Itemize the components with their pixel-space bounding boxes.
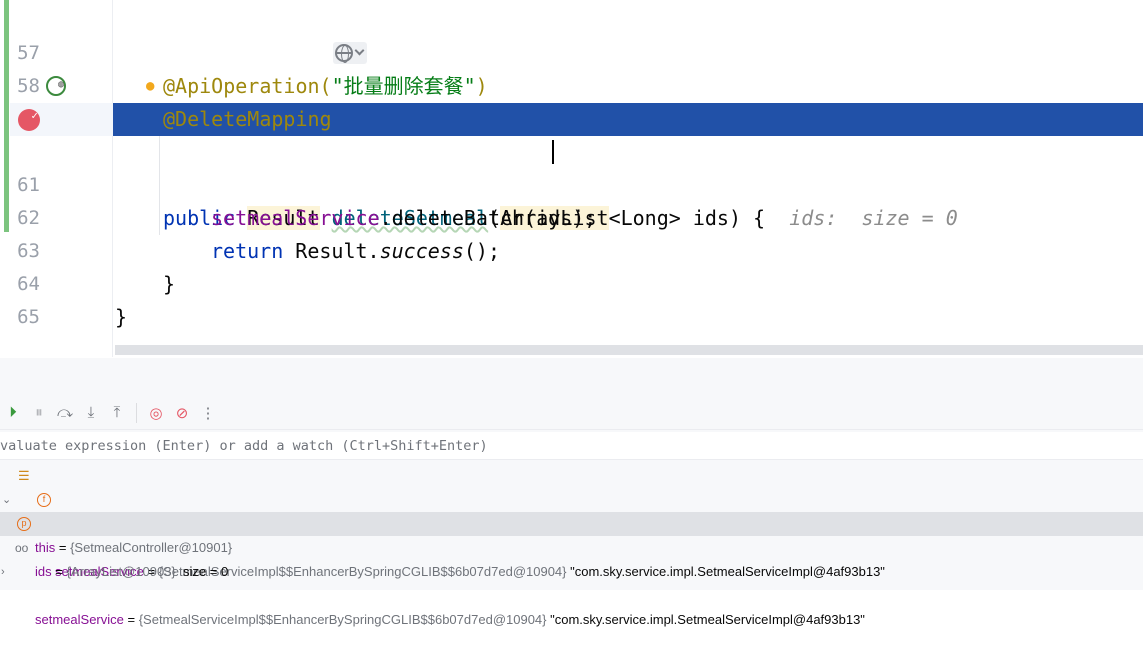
- breakpoint-icon[interactable]: ✓: [18, 109, 40, 131]
- var-name: ids: [35, 564, 52, 579]
- chevron-down-icon: [354, 45, 365, 56]
- keyword: return: [211, 239, 296, 263]
- watch-glasses-icon: oo: [15, 541, 29, 555]
- method-call: .deleteBatch(ids);: [379, 206, 597, 230]
- variable-row[interactable]: ⌄ ☰ this = {SetmealController@10901}: [0, 464, 1143, 555]
- method-call: .info(: [247, 140, 320, 164]
- equals: =: [51, 564, 67, 579]
- step-into-icon[interactable]: ⤓: [81, 403, 101, 423]
- var-value: {ArrayList@10903}: [66, 564, 176, 579]
- params: <Long> ids) {: [608, 206, 766, 230]
- field-icon: f: [37, 493, 51, 507]
- debug-toolbar: ⏵ ⏸ ⤼ ⤓ ⤒ ◎ ⊘ ⋮: [0, 396, 1143, 430]
- evaluate-expression-input[interactable]: valuate expression (Enter) or add a watc…: [0, 432, 1143, 460]
- step-over-icon[interactable]: ⤼: [55, 403, 75, 423]
- step-out-icon[interactable]: ⤒: [107, 403, 127, 423]
- endpoint-gutter-icon[interactable]: ◍: [46, 76, 66, 96]
- var-tostring: "com.sky.service.impl.SetmealServiceImpl…: [566, 564, 885, 579]
- object-icon: ☰: [18, 468, 30, 483]
- variable-row[interactable]: › oo setmealService = {SetmealServiceImp…: [0, 536, 1143, 627]
- annotation: @ApiOperation(: [163, 74, 332, 98]
- more-options-icon[interactable]: ⋮: [198, 403, 218, 423]
- var-tostring: "com.sky.service.impl.SetmealServiceImpl…: [546, 612, 865, 627]
- variables-tree: ⌄ ☰ this = {SetmealController@10901} › f…: [0, 464, 1143, 627]
- code-line[interactable]: 57 @ApiOperation("批量删除套餐"): [0, 4, 1143, 98]
- code-line[interactable]: 64 }: [0, 235, 1143, 329]
- code-line[interactable]: 62 return Result.success();: [0, 169, 1143, 263]
- field: log: [211, 140, 248, 164]
- code-line[interactable]: 58 @DeleteMapping: [0, 37, 1143, 131]
- toolbar-divider: [136, 402, 137, 423]
- brace: }: [163, 272, 176, 296]
- equals: =: [123, 612, 139, 627]
- pause-icon[interactable]: ⏸: [29, 403, 49, 423]
- resume-icon[interactable]: ⏵: [3, 403, 23, 423]
- inline-debug-value: ids: size = 0: [553, 140, 747, 164]
- code-editor[interactable]: 57 @ApiOperation("批量删除套餐") 58 @DeleteMap…: [0, 0, 1143, 357]
- lightbulb-icon[interactable]: ●: [146, 70, 154, 103]
- variable-row[interactable]: p ids = {ArrayList@10903} size = 0: [0, 512, 1143, 579]
- horizontal-scrollbar[interactable]: [115, 345, 1143, 355]
- class-ref: Result.: [295, 239, 380, 263]
- inline-debug-value: ids: size = 0: [765, 206, 958, 230]
- chevron-right-icon[interactable]: ›: [1, 560, 5, 584]
- brace: }: [115, 305, 128, 329]
- field: setmealService: [211, 206, 380, 230]
- var-size: size = 0: [175, 564, 229, 579]
- static-method: success: [379, 239, 464, 263]
- web-endpoint-icon[interactable]: [333, 42, 367, 64]
- parameter-icon: p: [17, 517, 31, 531]
- debugger-panel: ⏵ ⏸ ⤼ ⤓ ⤒ ◎ ⊘ ⋮ valuate expression (Ente…: [0, 358, 1143, 627]
- var-value: {SetmealServiceImpl$$EnhancerBySpringCGL…: [138, 612, 547, 627]
- string-literal: "批量删除套餐": [331, 74, 476, 98]
- paren: ): [475, 74, 488, 98]
- line-number: 65: [17, 306, 40, 328]
- mute-breakpoints-icon[interactable]: ⊘: [172, 403, 192, 423]
- string-literal: "删除套餐：{}": [319, 140, 468, 164]
- paren: ();: [463, 239, 501, 263]
- variable-row[interactable]: › f setmealService = {SetmealServiceImpl…: [0, 488, 1143, 579]
- var-name: setmealService: [35, 612, 124, 627]
- args: , ids);: [467, 140, 552, 164]
- annotation: @DeleteMapping: [163, 107, 332, 131]
- view-breakpoints-icon[interactable]: ◎: [146, 403, 166, 423]
